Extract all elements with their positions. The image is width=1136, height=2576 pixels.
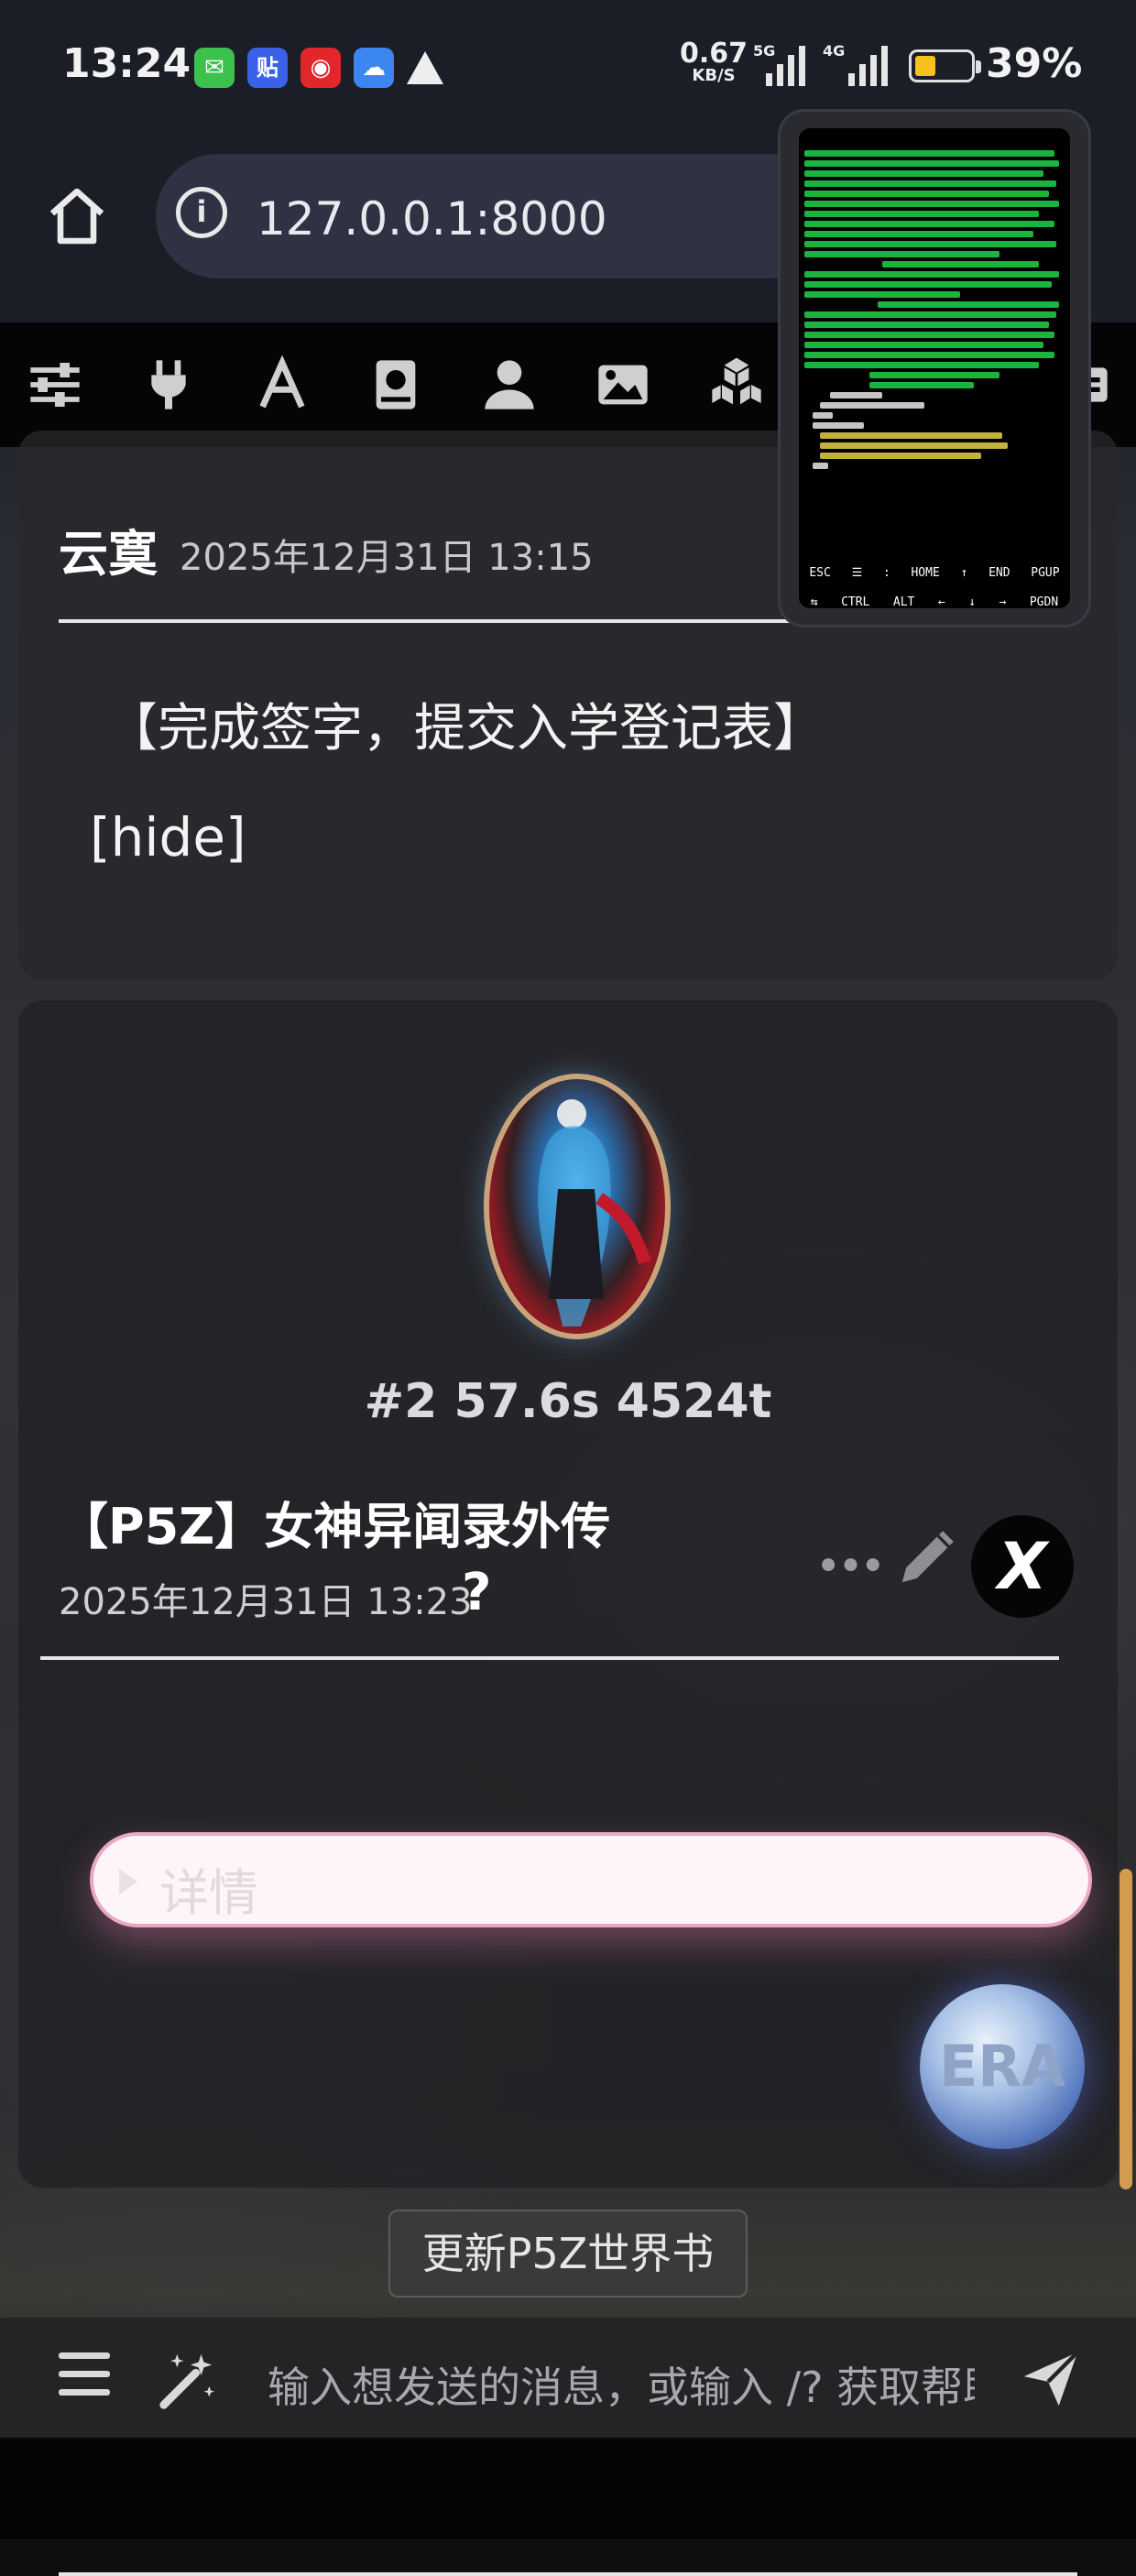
tab-key[interactable]: ⇆ xyxy=(811,595,818,608)
url-text[interactable]: 127.0.0.1:8000 xyxy=(257,192,607,246)
message-input[interactable]: 输入想发送的消息，或输入 /? 获取帮助 xyxy=(268,2354,975,2415)
more-options-icon[interactable]: ••• xyxy=(815,1541,886,1592)
magic-wand-icon[interactable] xyxy=(156,2349,220,2413)
terminal-output xyxy=(804,150,1065,473)
scrollbar-thumb[interactable] xyxy=(1120,1869,1132,2189)
terminal-screen[interactable]: ESC ☰ : HOME ↑ END PGUP ⇆ CTRL ALT ← ↓ →… xyxy=(799,128,1070,608)
net-speed-unit: KB/S xyxy=(692,66,736,85)
pgdn-key[interactable]: PGDN xyxy=(1030,595,1058,608)
book-icon[interactable] xyxy=(366,355,425,414)
edit-pencil-icon[interactable] xyxy=(894,1526,958,1590)
sliders-icon[interactable] xyxy=(26,355,84,414)
network-speed: 0.67 KB/S xyxy=(680,40,748,84)
signal-4g-label: 4G xyxy=(823,42,846,60)
image-icon[interactable] xyxy=(594,355,652,414)
up-key[interactable]: ↑ xyxy=(961,566,968,580)
battery-percent: 39% xyxy=(986,40,1083,87)
clock: 13:24 xyxy=(62,40,191,87)
home-icon[interactable] xyxy=(44,183,110,249)
character-avatar[interactable] xyxy=(484,1074,671,1339)
left-key[interactable]: ← xyxy=(938,595,945,608)
pgup-key[interactable]: PGUP xyxy=(1031,566,1059,580)
terminal-keys-row-2: ⇆ CTRL ALT ← ↓ → PGDN xyxy=(799,595,1070,608)
user-message-date: 2025年12月31日 13:15 xyxy=(180,537,594,579)
down-key[interactable]: ↓ xyxy=(968,595,976,608)
cubes-icon[interactable] xyxy=(707,355,766,414)
details-toggle[interactable]: 详情 xyxy=(90,1832,1092,1927)
home-key[interactable]: HOME xyxy=(911,566,939,580)
font-icon[interactable] xyxy=(253,355,311,414)
signal-4g-icon xyxy=(848,44,888,86)
character-name: 【P5Z】女神异闻录外传 xyxy=(59,1498,611,1555)
user-icon[interactable] xyxy=(480,355,539,414)
character-message-date: 2025年12月31日 13:23 xyxy=(59,1581,473,1623)
era-floating-button[interactable]: ERA xyxy=(920,1984,1085,2149)
generation-stats: #2 57.6s 4524t xyxy=(364,1374,772,1429)
x-button[interactable]: X xyxy=(971,1515,1074,1618)
address-bar[interactable]: i 127.0.0.1:8000 xyxy=(156,154,834,278)
ctrl-key[interactable]: CTRL xyxy=(841,595,869,608)
warning-icon xyxy=(407,51,443,84)
divider xyxy=(40,1656,1059,1660)
alt-key[interactable]: ALT xyxy=(893,595,914,608)
menu-key[interactable]: ☰ xyxy=(852,566,863,580)
details-label: 详情 xyxy=(159,1864,258,1922)
tieba-app-icon: 贴 xyxy=(247,48,288,88)
colon-key[interactable]: : xyxy=(883,566,890,580)
send-icon[interactable] xyxy=(1019,2347,1083,2411)
plug-icon[interactable] xyxy=(139,355,198,414)
terminal-overlay[interactable]: ESC ☰ : HOME ↑ END PGUP ⇆ CTRL ALT ← ↓ →… xyxy=(781,112,1088,625)
chat-app-icon: ✉ xyxy=(194,48,235,88)
net-speed-value: 0.67 xyxy=(680,38,748,70)
right-key[interactable]: → xyxy=(999,595,1007,608)
expand-triangle-icon xyxy=(119,1869,137,1894)
user-name: 云寞 xyxy=(59,525,158,583)
notification-icons: ✉ 贴 ◉ ☁ xyxy=(194,48,443,88)
terminal-keys-row-1: ESC ☰ : HOME ↑ END PGUP xyxy=(799,566,1070,580)
user-message-text: 【完成签字，提交入学登记表】 xyxy=(106,699,825,759)
music-app-icon: ◉ xyxy=(300,48,341,88)
hide-tag: [hide] xyxy=(90,806,246,868)
weather-app-icon: ☁ xyxy=(354,48,394,88)
signal-5g-icon xyxy=(766,44,805,86)
site-info-icon[interactable]: i xyxy=(176,187,227,238)
hamburger-menu-icon[interactable] xyxy=(59,2352,110,2398)
battery-icon xyxy=(909,49,981,82)
esc-key[interactable]: ESC xyxy=(809,566,830,580)
question-icon[interactable]: ? xyxy=(462,1563,491,1622)
update-worldbook-button[interactable]: 更新P5Z世界书 xyxy=(388,2210,748,2298)
end-key[interactable]: END xyxy=(989,566,1010,580)
chat-input-bar: 输入想发送的消息，或输入 /? 获取帮助 xyxy=(0,2318,1136,2437)
